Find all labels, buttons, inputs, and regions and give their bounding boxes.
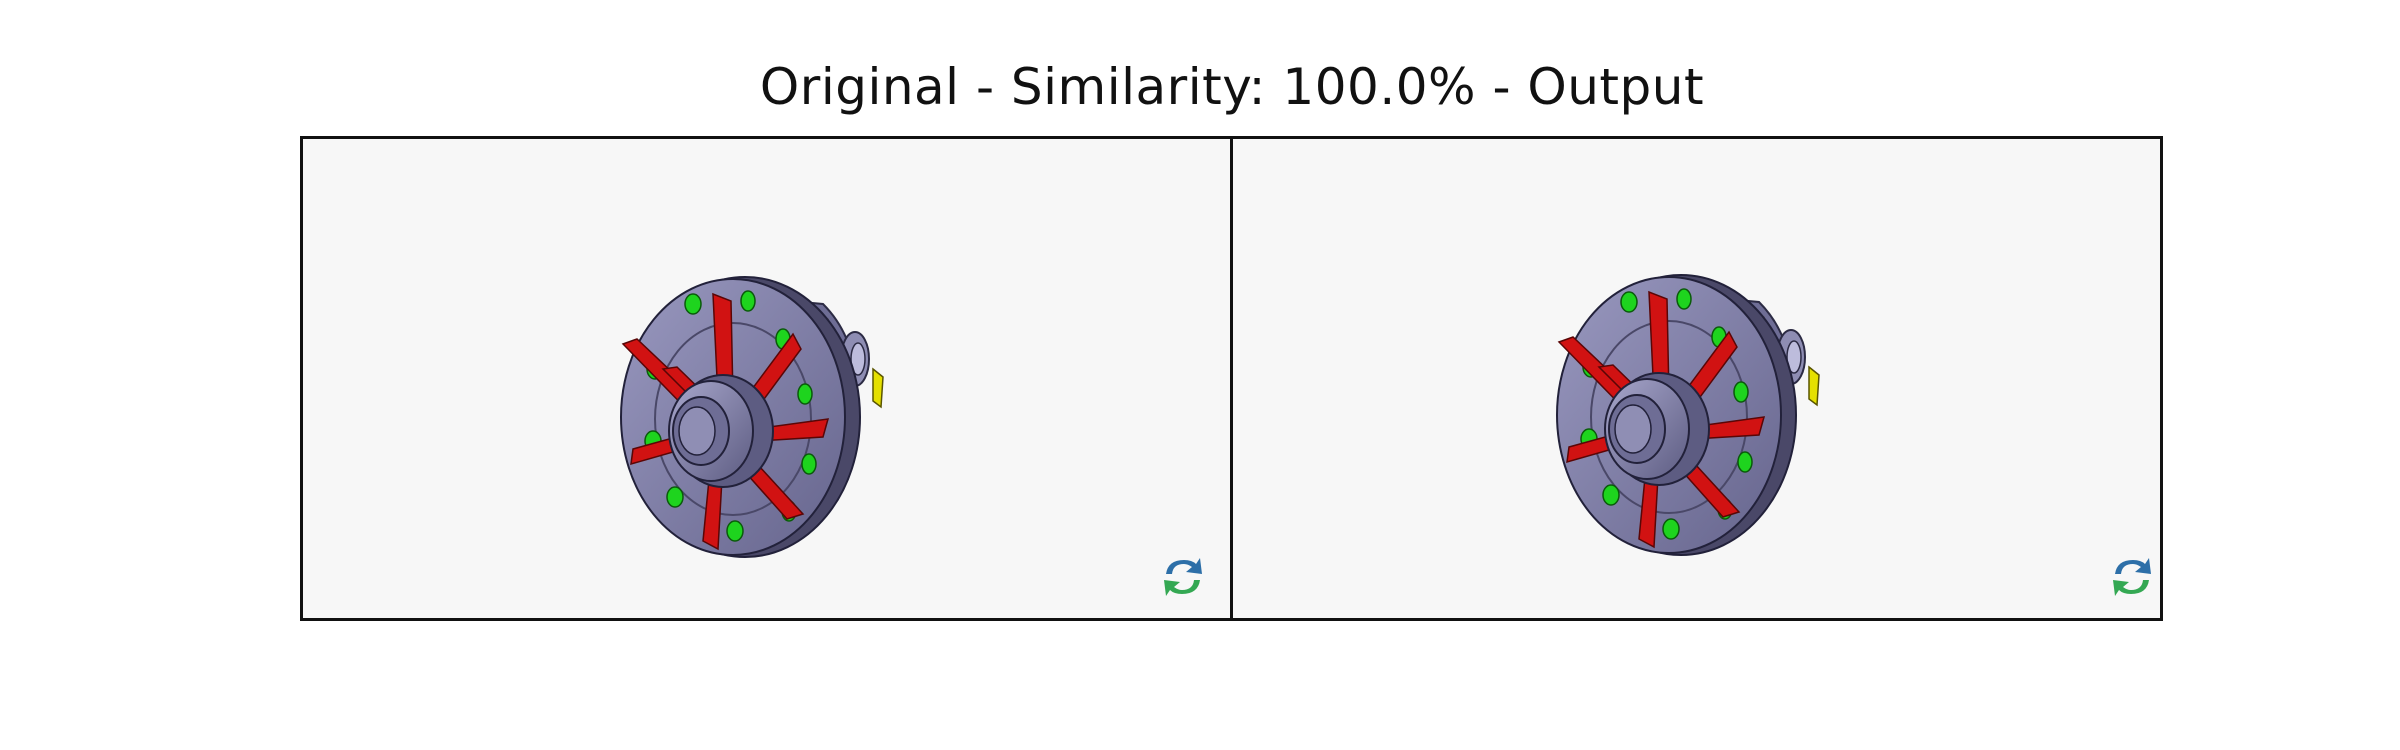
comparison-frame bbox=[300, 136, 2163, 621]
original-panel bbox=[303, 139, 1230, 618]
refresh-sync-icon[interactable] bbox=[2107, 552, 2157, 602]
refresh-sync-icon[interactable] bbox=[1158, 552, 1208, 602]
output-panel bbox=[1230, 139, 2160, 618]
figure-title: Original - Similarity: 100.0% - Output bbox=[759, 58, 1705, 116]
cad-differential-part-icon bbox=[620, 276, 884, 558]
cad-differential-part-icon bbox=[1556, 274, 1820, 556]
